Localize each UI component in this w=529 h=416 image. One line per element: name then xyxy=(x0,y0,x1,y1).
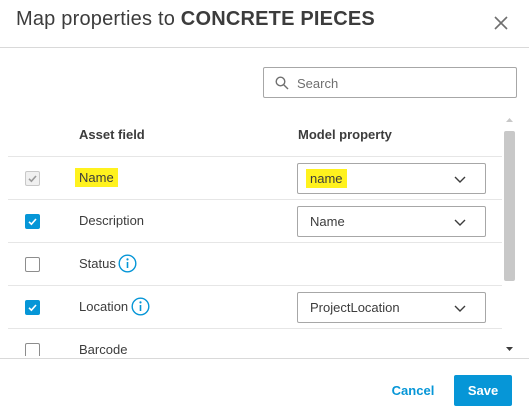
dialog-title-target: CONCRETE PIECES xyxy=(180,8,375,30)
chevron-down-icon xyxy=(454,219,466,226)
chevron-down-icon xyxy=(454,305,466,312)
table-row: Status xyxy=(8,242,502,285)
checkmark-icon xyxy=(28,304,37,312)
dialog-title-prefix: Map properties to xyxy=(16,8,181,30)
info-icon xyxy=(131,297,150,316)
save-button[interactable]: Save xyxy=(454,375,512,406)
asset-field-label: Barcode xyxy=(79,342,128,356)
info-button[interactable] xyxy=(118,254,137,273)
column-header-asset-field: Asset field xyxy=(79,127,145,142)
table-header: Asset field Model property xyxy=(8,113,502,156)
info-icon xyxy=(118,254,137,273)
asset-field-label: Status xyxy=(79,256,116,271)
model-property-value: ProjectLocation xyxy=(310,300,400,315)
close-button[interactable] xyxy=(488,10,514,36)
asset-field-label: Name xyxy=(75,168,118,187)
table-row: Name name xyxy=(8,156,502,199)
dialog-title: Map properties to CONCRETE PIECES xyxy=(16,8,375,31)
scroll-down-arrow-icon[interactable] xyxy=(502,342,517,356)
dialog-header: Map properties to CONCRETE PIECES xyxy=(0,0,529,48)
scroll-up-arrow-icon[interactable] xyxy=(502,113,517,127)
close-icon xyxy=(494,16,508,30)
dialog-footer: Cancel Save xyxy=(0,358,529,416)
asset-field-label: Location xyxy=(79,299,129,314)
chevron-down-icon xyxy=(454,176,466,183)
model-property-select[interactable]: ProjectLocation xyxy=(297,292,486,323)
model-property-value: name xyxy=(306,169,347,188)
search-input[interactable] xyxy=(297,73,507,93)
model-property-select[interactable]: name xyxy=(297,163,486,194)
model-property-value: Name xyxy=(310,214,345,229)
row-checkbox[interactable] xyxy=(25,343,40,356)
column-header-model-property: Model property xyxy=(298,127,392,142)
property-mapping-table: Asset field Model property Name name Des… xyxy=(8,113,502,356)
info-button[interactable] xyxy=(131,297,150,316)
row-checkbox[interactable] xyxy=(25,300,40,315)
search-box[interactable] xyxy=(263,67,517,98)
cancel-button[interactable]: Cancel xyxy=(382,376,444,404)
row-checkbox[interactable] xyxy=(25,171,40,186)
row-checkbox[interactable] xyxy=(25,214,40,229)
search-icon xyxy=(275,76,289,90)
map-properties-dialog: Map properties to CONCRETE PIECES Asset … xyxy=(0,0,529,416)
table-row: Location ProjectLocation xyxy=(8,285,502,328)
table-scrollbar[interactable] xyxy=(502,113,517,356)
model-property-select[interactable]: Name xyxy=(297,206,486,237)
scrollbar-thumb[interactable] xyxy=(504,131,515,281)
checkmark-icon xyxy=(28,175,37,183)
model-property-name: name xyxy=(306,169,347,188)
table-row: Description Name xyxy=(8,199,502,242)
asset-field-label: Description xyxy=(79,213,145,228)
asset-field-name: Name xyxy=(75,168,118,187)
table-row: Barcode xyxy=(8,328,502,356)
checkmark-icon xyxy=(28,218,37,226)
row-checkbox[interactable] xyxy=(25,257,40,272)
